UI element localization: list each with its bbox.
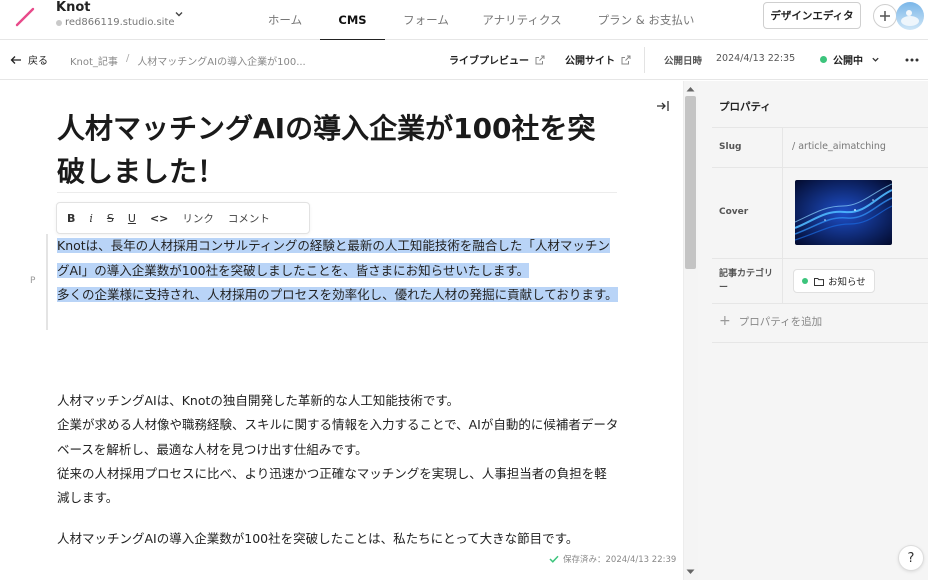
top-header: Knot red866119.studio.site ホーム CMS フォーム …: [0, 0, 928, 41]
bold-button[interactable]: B: [67, 212, 75, 225]
category-chip[interactable]: お知らせ: [793, 269, 875, 293]
design-editor-button[interactable]: デザインエディタ: [763, 2, 861, 29]
article-editor: 人材マッチングAIの導入企業が100社を突破しました！ B i S U <> リ…: [0, 81, 683, 580]
scroll-up-arrow-icon[interactable]: [686, 86, 695, 92]
site-status-dot: [56, 19, 62, 26]
status-label: 公開中: [833, 56, 863, 67]
link-button[interactable]: リンク: [182, 211, 214, 226]
property-row-cover[interactable]: Cover: [712, 167, 928, 258]
nav-forms[interactable]: フォーム: [385, 0, 467, 40]
back-label: 戻る: [28, 56, 48, 67]
body-paragraph[interactable]: 人材マッチングAIの導入企業数が100社を突破したことは、私たちにとって大きな節…: [57, 527, 619, 551]
more-horizontal-icon: [905, 58, 919, 62]
selected-text-line: Knotは、長年の人材採用コンサルティングの経験と最新の人工知能技術を融合した「…: [57, 238, 610, 278]
live-preview-label: ライブプレビュー: [449, 56, 529, 67]
format-toolbar: B i S U <> リンク コメント: [56, 202, 310, 234]
main-nav: ホーム CMS フォーム アナリティクス プラン & お支払い: [250, 0, 715, 41]
site-url-row[interactable]: red866119.studio.site: [56, 17, 175, 28]
slug-value[interactable]: / article_aimatching: [792, 141, 886, 152]
site-url: red866119.studio.site: [65, 17, 175, 28]
save-status: 保存済み：2024/4/13 22:39: [549, 553, 676, 565]
editor-subheader: 戻る Knot_記事 / 人材マッチングAIの導入企業が100... ライブプレ…: [0, 40, 928, 80]
paragraph-line: 人材マッチングAIの導入企業数が100社を突破したことは、私たちにとって大きな節…: [57, 531, 579, 546]
cover-image-graphic: [795, 180, 892, 245]
category-value: お知らせ: [828, 277, 866, 288]
selected-text-line: 多くの企業様に支持され、人材採用のプロセスを効率化し、優れた人材の発掘に貢献して…: [57, 287, 618, 303]
paragraph-line: 人材マッチングAIは、Knotの独自開発した革新的な人工知能技術です。: [57, 393, 460, 408]
property-divider: [782, 259, 783, 303]
plus-icon: [880, 11, 890, 21]
divider: [644, 47, 645, 73]
breadcrumb-separator: /: [125, 53, 130, 64]
slug-label: Slug: [719, 142, 742, 152]
block-type-marker[interactable]: P: [30, 276, 35, 286]
block-focus-bar: [46, 234, 48, 330]
publish-date-label: 公開日時: [664, 56, 703, 67]
property-divider: [782, 168, 783, 258]
external-link-icon: [621, 55, 631, 64]
site-name[interactable]: Knot: [56, 0, 90, 15]
status-dot: [820, 56, 827, 63]
breadcrumb-collection[interactable]: Knot_記事: [70, 53, 118, 68]
breadcrumb-article: 人材マッチングAIの導入企業が100...: [137, 57, 306, 68]
back-button[interactable]: 戻る: [10, 52, 48, 67]
avatar-image: [896, 2, 924, 30]
publish-status-dropdown[interactable]: 公開中: [820, 52, 880, 67]
property-row-end: [712, 303, 928, 304]
public-site-label: 公開サイト: [565, 56, 615, 67]
collapse-panel-icon[interactable]: [656, 100, 670, 112]
save-status-text: 保存済み：2024/4/13 22:39: [563, 555, 677, 565]
title-divider: [57, 192, 617, 193]
check-icon: [549, 555, 559, 563]
strikethrough-button[interactable]: S: [107, 212, 114, 225]
cover-label: Cover: [719, 207, 749, 217]
property-row-slug[interactable]: Slug / article_aimatching: [712, 127, 928, 167]
scroll-down-arrow-icon[interactable]: [686, 569, 695, 575]
panel-title: プロパティ: [719, 101, 771, 113]
property-divider: [782, 128, 783, 167]
chevron-down-icon: [872, 57, 879, 62]
add-property-label: プロパティを追加: [738, 315, 823, 328]
scrollbar-thumb[interactable]: [685, 96, 696, 269]
studio-logo-icon[interactable]: [14, 6, 36, 28]
italic-button[interactable]: i: [89, 212, 93, 225]
paragraph-line: 企業が求める人材像や職務経験、スキルに関する情報を入力することで、AIが自動的に…: [57, 417, 619, 457]
breadcrumb: Knot_記事 / 人材マッチングAIの導入企業が100...: [70, 53, 306, 68]
code-button[interactable]: <>: [150, 212, 168, 225]
live-preview-link[interactable]: ライブプレビュー: [449, 52, 545, 67]
property-row-end: [712, 342, 928, 343]
add-property-button[interactable]: + プロパティを追加: [719, 313, 822, 329]
category-status-dot: [802, 278, 808, 284]
cover-image[interactable]: [795, 180, 892, 245]
nav-plan-billing[interactable]: プラン & お支払い: [577, 0, 715, 40]
arrow-left-icon: [10, 55, 21, 64]
avatar[interactable]: [896, 2, 924, 30]
underline-button[interactable]: U: [128, 212, 136, 225]
public-site-link[interactable]: 公開サイト: [565, 52, 631, 67]
more-options-button[interactable]: [903, 53, 921, 67]
folder-icon: [814, 277, 824, 286]
chevron-down-icon[interactable]: [174, 9, 184, 19]
property-row-category[interactable]: 記事カテゴリー お知らせ: [712, 258, 928, 303]
help-button[interactable]: ?: [898, 545, 924, 571]
nav-home[interactable]: ホーム: [250, 0, 320, 40]
paragraph-line: 従来の人材採用プロセスに比べ、より迅速かつ正確なマッチングを実現し、人事担当者の…: [57, 465, 607, 506]
nav-cms[interactable]: CMS: [320, 0, 385, 41]
nav-analytics[interactable]: アナリティクス: [467, 0, 577, 40]
category-label: 記事カテゴリー: [719, 269, 774, 293]
add-button[interactable]: [873, 4, 897, 28]
publish-date[interactable]: 2024/4/13 22:35: [716, 53, 795, 64]
comment-button[interactable]: コメント: [228, 211, 270, 226]
plus-icon: +: [719, 313, 731, 329]
selected-paragraph[interactable]: Knotは、長年の人材採用コンサルティングの経験と最新の人工知能技術を融合した「…: [57, 234, 619, 308]
article-title[interactable]: 人材マッチングAIの導入企業が100社を突破しました！: [57, 107, 617, 193]
external-link-icon: [535, 55, 545, 64]
body-paragraph[interactable]: 人材マッチングAIは、Knotの独自開発した革新的な人工知能技術です。 企業が求…: [57, 389, 619, 510]
